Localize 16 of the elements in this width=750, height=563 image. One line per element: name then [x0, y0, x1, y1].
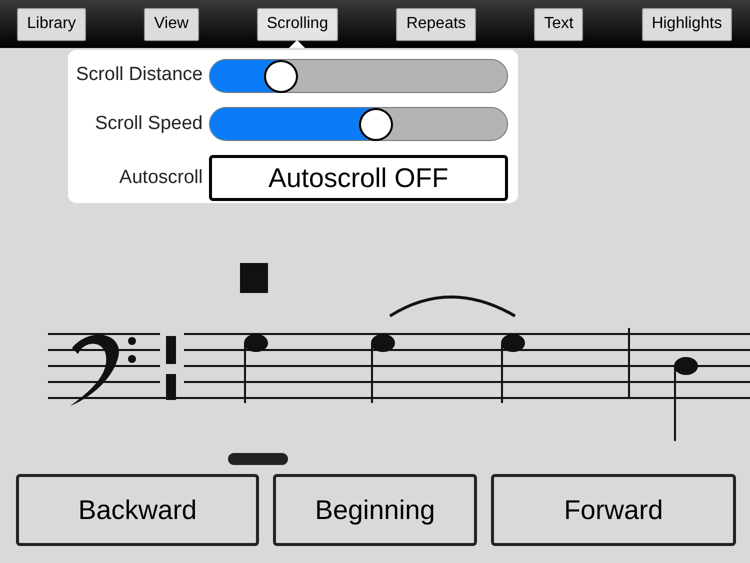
slider[interactable] — [208, 106, 508, 141]
slider-label: Scroll Distance — [76, 63, 203, 88]
autoscroll-label: Autoscroll — [118, 166, 203, 190]
slider-label: Scroll Speed — [94, 112, 203, 136]
toolbar-tab[interactable]: Repeats — [396, 8, 476, 40]
slider-thumb[interactable] — [264, 60, 298, 93]
toolbar-tab[interactable]: Library — [17, 8, 86, 40]
toolbar-tab[interactable]: View — [144, 8, 199, 40]
nav-button[interactable]: Backward — [16, 474, 259, 546]
toolbar-tab[interactable]: Highlights — [642, 8, 732, 40]
slider-thumb[interactable] — [359, 108, 394, 141]
nav-button[interactable]: Forward — [491, 474, 736, 546]
slider[interactable] — [208, 58, 508, 93]
nav-button[interactable]: Beginning — [273, 474, 477, 546]
toolbar-tab[interactable]: Text — [534, 8, 584, 40]
autoscroll-button[interactable]: Autoscroll OFF — [208, 155, 508, 202]
